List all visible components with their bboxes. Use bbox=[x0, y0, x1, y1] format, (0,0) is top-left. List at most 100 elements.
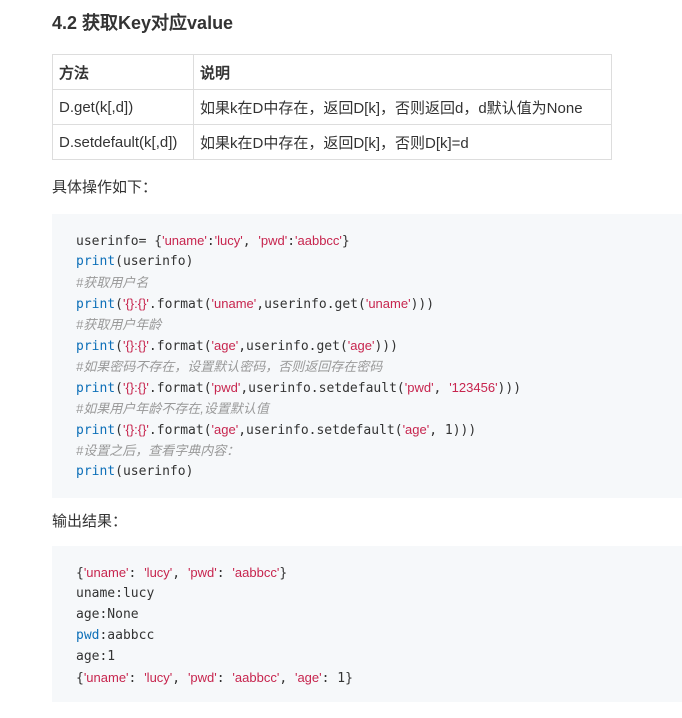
table-header-row: 方法 说明 bbox=[52, 54, 612, 90]
code-token: 'pwd' bbox=[187, 565, 217, 580]
code-line: uname:lucy bbox=[76, 583, 682, 604]
code-token: pwd bbox=[76, 628, 100, 643]
code-token: } bbox=[279, 566, 288, 581]
code-token: 'age' bbox=[294, 670, 322, 685]
table-cell-description: 如果k在D中存在，返回D[k]，否则D[k]=d bbox=[193, 124, 612, 160]
code-token: : bbox=[206, 234, 215, 249]
section-heading: 4.2 获取Key对应value bbox=[52, 13, 234, 33]
code-line: print('{}:{}'.format('age',userinfo.setd… bbox=[76, 419, 682, 440]
code-line: age:None bbox=[76, 604, 682, 625]
code-token: print bbox=[76, 381, 116, 396]
code-line: print(userinfo) bbox=[76, 461, 682, 482]
code-token: age:None bbox=[76, 607, 139, 622]
code-token: #获取用户名 bbox=[76, 275, 149, 290]
table-row: D.setdefault(k[,d]) 如果k在D中存在，返回D[k]，否则D[… bbox=[52, 124, 612, 160]
code-line: print('{}:{}'.format('pwd',userinfo.setd… bbox=[76, 377, 682, 398]
code-token: 'aabbcc' bbox=[295, 233, 342, 248]
code-token: (userinfo) bbox=[115, 464, 194, 479]
code-token: ( bbox=[115, 423, 123, 438]
code-token: ))) bbox=[497, 381, 522, 396]
code-token: #如果用户年龄不存在,设置默认值 bbox=[76, 401, 269, 416]
code-line: pwd:aabbcc bbox=[76, 625, 682, 646]
code-token: , bbox=[172, 566, 188, 581]
code-token: .format( bbox=[148, 381, 212, 396]
code-token: , bbox=[433, 381, 450, 396]
code-token: '{}:{}' bbox=[122, 338, 149, 353]
code-token: ( bbox=[115, 297, 123, 312]
code-token: ,userinfo.setdefault( bbox=[238, 423, 403, 438]
code-token: : bbox=[287, 234, 296, 249]
code-token: age:1 bbox=[76, 649, 116, 664]
code-token: ( bbox=[115, 339, 123, 354]
code-token: : 1} bbox=[321, 671, 353, 686]
code-line: print('{}:{}'.format('uname',userinfo.ge… bbox=[76, 293, 682, 314]
code-token: , bbox=[242, 234, 259, 249]
output-block[interactable]: {'uname': 'lucy', 'pwd': 'aabbcc'} uname:… bbox=[52, 546, 682, 702]
code-token: 'lucy' bbox=[144, 670, 173, 685]
code-token: '123456' bbox=[449, 380, 498, 395]
code-token: 'age' bbox=[211, 422, 239, 437]
code-token: 'aabbcc' bbox=[232, 565, 280, 580]
code-token: 'pwd' bbox=[258, 233, 288, 248]
code-line: age:1 bbox=[76, 646, 682, 667]
code-token: , 1))) bbox=[429, 423, 477, 438]
code-token: 'pwd' bbox=[404, 380, 434, 395]
code-token: .format( bbox=[148, 297, 212, 312]
code-token: 'lucy' bbox=[214, 233, 243, 248]
code-line: #获取用户年龄 bbox=[76, 314, 682, 335]
output-label: 输出结果： bbox=[52, 513, 128, 530]
code-token: 'uname' bbox=[365, 296, 411, 311]
code-token: print bbox=[76, 297, 116, 312]
code-block[interactable]: userinfo= {'uname':'lucy', 'pwd':'aabbcc… bbox=[52, 214, 682, 498]
code-token: '{}:{}' bbox=[122, 380, 149, 395]
code-token: 'pwd' bbox=[211, 380, 241, 395]
code-token: '{}:{}' bbox=[122, 422, 149, 437]
code-token: .format( bbox=[148, 423, 212, 438]
code-token: 'uname' bbox=[83, 565, 129, 580]
code-lines: userinfo= {'uname':'lucy', 'pwd':'aabbcc… bbox=[76, 230, 682, 482]
code-token: 'uname' bbox=[83, 670, 129, 685]
table-cell-description: 如果k在D中存在，返回D[k]，否则返回d，d默认值为None bbox=[193, 89, 612, 125]
code-line: #如果用户年龄不存在,设置默认值 bbox=[76, 398, 682, 419]
code-line: {'uname': 'lucy', 'pwd': 'aabbcc'} bbox=[76, 562, 682, 583]
code-token: ,userinfo.setdefault( bbox=[240, 381, 405, 396]
code-token: '{}:{}' bbox=[122, 296, 149, 311]
code-token: 'lucy' bbox=[144, 565, 173, 580]
code-token: .format( bbox=[148, 339, 212, 354]
code-line: print(userinfo) bbox=[76, 251, 682, 272]
code-token: } bbox=[341, 234, 350, 249]
code-token: 'uname' bbox=[162, 233, 207, 248]
code-token: { bbox=[76, 671, 84, 686]
code-token: ))) bbox=[410, 297, 435, 312]
code-token: 'uname' bbox=[211, 296, 257, 311]
table-cell-method: D.setdefault(k[,d]) bbox=[52, 124, 194, 160]
operations-label: 具体操作如下： bbox=[52, 179, 158, 196]
code-token: ,userinfo.get( bbox=[256, 297, 366, 312]
code-line: #如果密码不存在，设置默认密码，否则返回存在密码 bbox=[76, 356, 682, 377]
code-token: : bbox=[128, 566, 145, 581]
table-row: D.get(k[,d]) 如果k在D中存在，返回D[k]，否则返回d，d默认值为… bbox=[52, 89, 612, 125]
code-token: uname:lucy bbox=[76, 586, 155, 601]
code-token: , bbox=[172, 671, 188, 686]
code-token: #获取用户年龄 bbox=[76, 317, 162, 332]
code-token: , bbox=[279, 671, 295, 686]
code-token: ,userinfo.get( bbox=[238, 339, 348, 354]
code-token: #设置之后，查看字典内容： bbox=[76, 443, 240, 458]
table-cell-method: D.get(k[,d]) bbox=[52, 89, 194, 125]
code-token: { bbox=[76, 566, 84, 581]
code-token: ))) bbox=[374, 339, 398, 354]
code-token: print bbox=[76, 339, 116, 354]
code-token: : bbox=[216, 671, 233, 686]
code-line: #设置之后，查看字典内容： bbox=[76, 440, 682, 461]
code-line: #获取用户名 bbox=[76, 272, 682, 293]
code-token: (userinfo) bbox=[115, 254, 194, 269]
code-token: userinfo= { bbox=[76, 234, 163, 249]
code-token: print bbox=[76, 423, 116, 438]
code-token: print bbox=[76, 254, 116, 269]
code-line: print('{}:{}'.format('age',userinfo.get(… bbox=[76, 335, 682, 356]
code-line: userinfo= {'uname':'lucy', 'pwd':'aabbcc… bbox=[76, 230, 682, 251]
table-header-description: 说明 bbox=[193, 54, 612, 90]
code-token: 'age' bbox=[402, 422, 430, 437]
code-token: :aabbcc bbox=[99, 628, 155, 643]
code-line: {'uname': 'lucy', 'pwd': 'aabbcc', 'age'… bbox=[76, 667, 682, 688]
